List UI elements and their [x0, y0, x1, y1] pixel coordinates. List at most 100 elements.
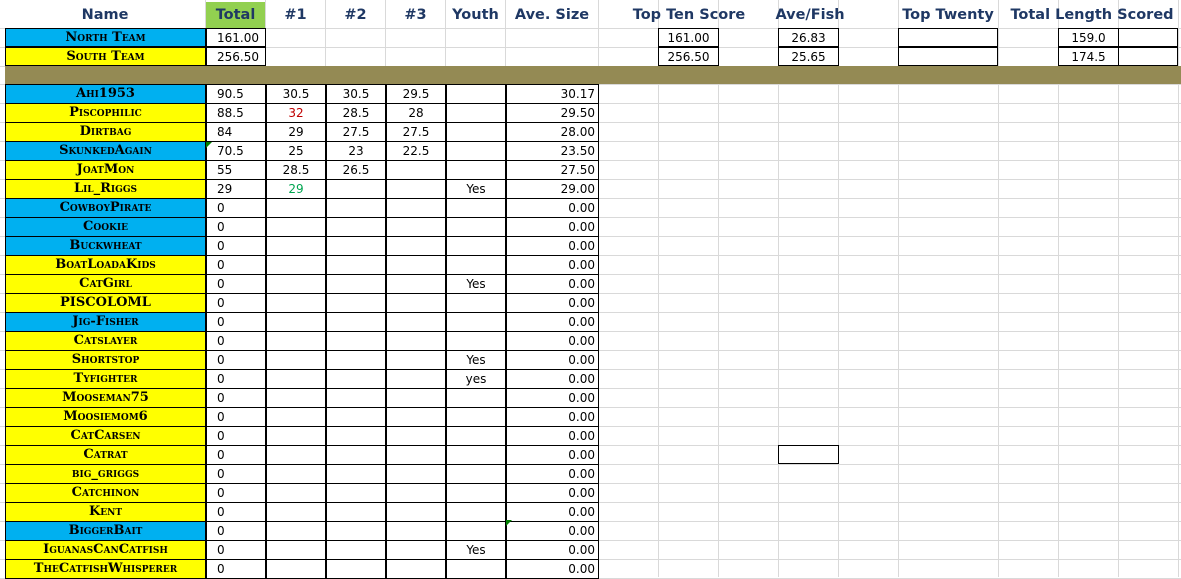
- player-total-cell[interactable]: 0: [206, 502, 266, 522]
- player-n1-cell[interactable]: [266, 388, 326, 408]
- player-total-cell[interactable]: 70.5: [206, 141, 266, 161]
- player-youth-cell[interactable]: [446, 198, 506, 218]
- player-n2-cell[interactable]: [326, 312, 386, 332]
- player-ave-cell[interactable]: 0.00: [506, 540, 599, 560]
- header-top-twenty[interactable]: Top Twenty: [898, 2, 998, 29]
- player-ave-cell[interactable]: 0.00: [506, 255, 599, 275]
- header-fish-3[interactable]: #3: [386, 2, 445, 29]
- header-top-ten-score[interactable]: Top Ten Score: [610, 2, 768, 29]
- player-name[interactable]: Shortstop: [5, 350, 206, 370]
- player-total-cell[interactable]: 0: [206, 483, 266, 503]
- player-name[interactable]: Kent: [5, 502, 206, 522]
- player-n1-cell[interactable]: 25: [266, 141, 326, 161]
- player-n3-cell[interactable]: [386, 521, 446, 541]
- player-youth-cell[interactable]: [446, 122, 506, 142]
- player-n2-cell[interactable]: [326, 559, 386, 579]
- player-n2-cell[interactable]: [326, 464, 386, 484]
- player-ave-cell[interactable]: 0.00: [506, 521, 599, 541]
- player-youth-cell[interactable]: [446, 141, 506, 161]
- player-total-cell[interactable]: 29: [206, 179, 266, 199]
- player-total-cell[interactable]: 0: [206, 464, 266, 484]
- player-ave-cell[interactable]: 0.00: [506, 407, 599, 427]
- player-youth-cell[interactable]: [446, 160, 506, 180]
- player-youth-cell[interactable]: [446, 236, 506, 256]
- player-total-cell[interactable]: 0: [206, 426, 266, 446]
- player-youth-cell[interactable]: [446, 407, 506, 427]
- player-name[interactable]: IguanasCanCatfish: [5, 540, 206, 560]
- player-n1-cell[interactable]: [266, 502, 326, 522]
- player-total-cell[interactable]: 0: [206, 255, 266, 275]
- player-ave-cell[interactable]: 0.00: [506, 236, 599, 256]
- player-n3-cell[interactable]: [386, 445, 446, 465]
- player-total-cell[interactable]: 84: [206, 122, 266, 142]
- player-name[interactable]: Lil_Riggs: [5, 179, 206, 199]
- player-n3-cell[interactable]: [386, 350, 446, 370]
- player-n3-cell[interactable]: [386, 369, 446, 389]
- player-name[interactable]: BiggerBait: [5, 521, 206, 541]
- player-ave-cell[interactable]: 23.50: [506, 141, 599, 161]
- player-n3-cell[interactable]: 29.5: [386, 84, 446, 104]
- player-n2-cell[interactable]: [326, 274, 386, 294]
- player-youth-cell[interactable]: [446, 388, 506, 408]
- player-name[interactable]: Catrat: [5, 445, 206, 465]
- player-name[interactable]: Dirtbag: [5, 122, 206, 142]
- player-name[interactable]: Ahi1953: [5, 84, 206, 104]
- player-n2-cell[interactable]: 30.5: [326, 84, 386, 104]
- player-n2-cell[interactable]: 23: [326, 141, 386, 161]
- player-ave-cell[interactable]: 29.00: [506, 179, 599, 199]
- player-n2-cell[interactable]: [326, 483, 386, 503]
- player-n1-cell[interactable]: [266, 559, 326, 579]
- team-name-north[interactable]: North Team: [5, 28, 206, 47]
- player-name[interactable]: CatCarsen: [5, 426, 206, 446]
- player-total-cell[interactable]: 88.5: [206, 103, 266, 123]
- player-youth-cell[interactable]: [446, 502, 506, 522]
- player-n2-cell[interactable]: [326, 407, 386, 427]
- player-name[interactable]: CowboyPirate: [5, 198, 206, 218]
- player-ave-cell[interactable]: 0.00: [506, 198, 599, 218]
- player-n1-cell[interactable]: [266, 312, 326, 332]
- team-total-length-south[interactable]: 174.5: [1058, 47, 1119, 66]
- player-n1-cell[interactable]: [266, 255, 326, 275]
- player-total-cell[interactable]: 0: [206, 540, 266, 560]
- player-name[interactable]: Jig-Fisher: [5, 312, 206, 332]
- player-n1-cell[interactable]: 32: [266, 103, 326, 123]
- player-youth-cell[interactable]: [446, 103, 506, 123]
- player-youth-cell[interactable]: [446, 84, 506, 104]
- player-n1-cell[interactable]: [266, 426, 326, 446]
- team-ave-fish-north[interactable]: 26.83: [778, 28, 839, 47]
- player-n1-cell[interactable]: [266, 217, 326, 237]
- player-n1-cell[interactable]: [266, 464, 326, 484]
- player-n1-cell[interactable]: 28.5: [266, 160, 326, 180]
- player-youth-cell[interactable]: [446, 331, 506, 351]
- player-total-cell[interactable]: 0: [206, 198, 266, 218]
- player-n3-cell[interactable]: 22.5: [386, 141, 446, 161]
- player-name[interactable]: Catchinon: [5, 483, 206, 503]
- player-n3-cell[interactable]: [386, 426, 446, 446]
- player-youth-cell[interactable]: [446, 312, 506, 332]
- player-n3-cell[interactable]: [386, 198, 446, 218]
- player-n3-cell[interactable]: [386, 312, 446, 332]
- player-ave-cell[interactable]: 0.00: [506, 312, 599, 332]
- player-n3-cell[interactable]: [386, 293, 446, 313]
- player-total-cell[interactable]: 0: [206, 388, 266, 408]
- player-name[interactable]: PISCOLOML: [5, 293, 206, 313]
- player-total-cell[interactable]: 0: [206, 274, 266, 294]
- header-fish-2[interactable]: #2: [326, 2, 385, 29]
- player-n1-cell[interactable]: [266, 521, 326, 541]
- player-n3-cell[interactable]: [386, 236, 446, 256]
- player-n1-cell[interactable]: [266, 407, 326, 427]
- player-total-cell[interactable]: 0: [206, 331, 266, 351]
- player-n2-cell[interactable]: [326, 445, 386, 465]
- player-name[interactable]: JoatMon: [5, 160, 206, 180]
- player-n2-cell[interactable]: [326, 388, 386, 408]
- player-ave-cell[interactable]: 0.00: [506, 331, 599, 351]
- team-total-north[interactable]: 161.00: [206, 28, 266, 47]
- player-n2-cell[interactable]: 26.5: [326, 160, 386, 180]
- player-youth-cell[interactable]: [446, 255, 506, 275]
- header-fish-1[interactable]: #1: [266, 2, 325, 29]
- player-n2-cell[interactable]: [326, 502, 386, 522]
- player-total-cell[interactable]: 55: [206, 160, 266, 180]
- player-n1-cell[interactable]: [266, 445, 326, 465]
- player-name[interactable]: Piscophilic: [5, 103, 206, 123]
- team-top-twenty-south[interactable]: [898, 47, 998, 66]
